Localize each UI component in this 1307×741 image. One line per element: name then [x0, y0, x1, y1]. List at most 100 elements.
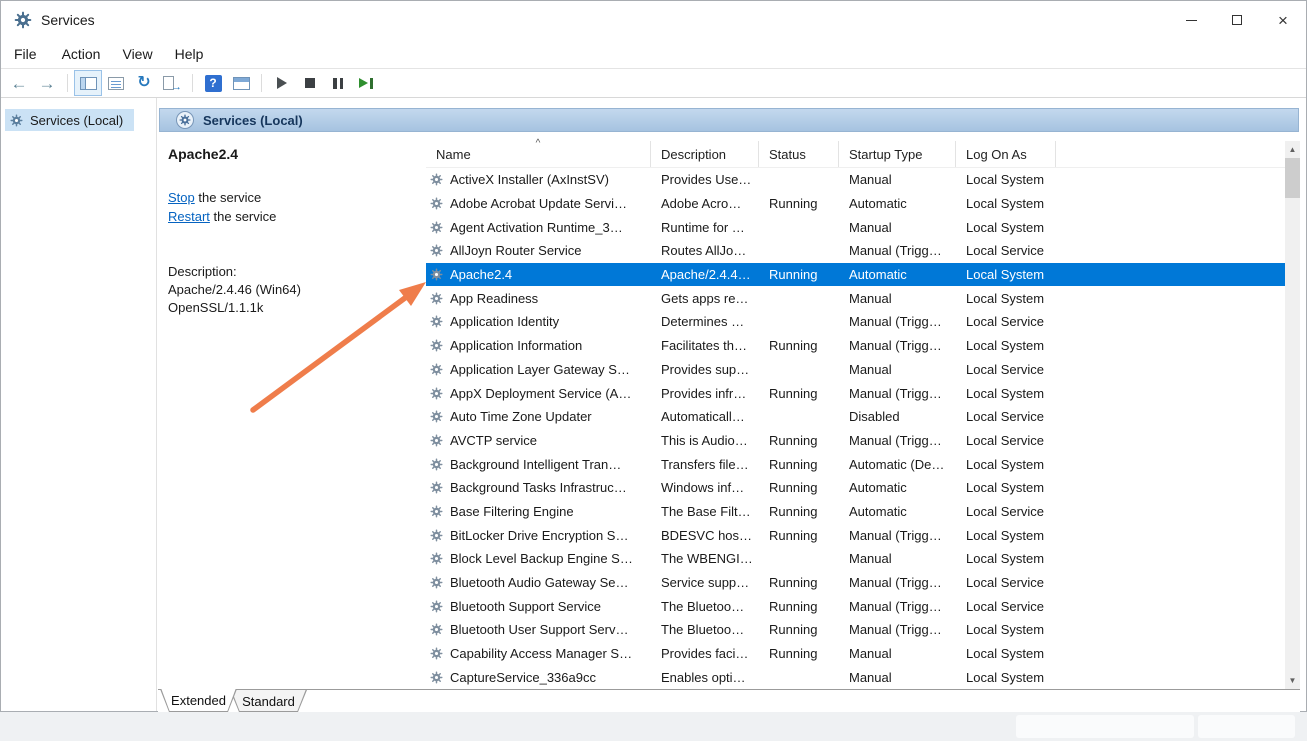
cell-startup-type: Manual (Trigg…	[839, 239, 956, 263]
table-row[interactable]: Application Layer Gateway S…Provides sup…	[426, 358, 1285, 382]
table-row[interactable]: Apache2.4Apache/2.4.4…RunningAutomaticLo…	[426, 263, 1285, 287]
start-service-button[interactable]	[268, 70, 296, 96]
cell-status: Running	[759, 618, 839, 642]
table-row[interactable]: AllJoyn Router ServiceRoutes AllJo…Manua…	[426, 239, 1285, 263]
menu-item-file[interactable]: File	[14, 42, 51, 66]
column-header-name[interactable]: ^ Name	[426, 141, 651, 167]
restart-service-icon	[359, 78, 373, 89]
pause-service-button[interactable]	[324, 70, 352, 96]
scrollbar-thumb[interactable]	[1285, 158, 1300, 198]
table-row[interactable]: CaptureService_336a9ccEnables opti…Manua…	[426, 665, 1285, 689]
cell-name: Capability Access Manager S…	[426, 642, 651, 666]
cell-status	[759, 215, 839, 239]
main-header-bar: Services (Local)	[159, 108, 1299, 132]
restart-service-button[interactable]	[352, 70, 380, 96]
cell-startup-type: Automatic	[839, 263, 956, 287]
table-row[interactable]: Application InformationFacilitates th…Ru…	[426, 334, 1285, 358]
toolbar-separator	[261, 74, 262, 92]
table-row[interactable]: Bluetooth Support ServiceThe Bluetoo…Run…	[426, 594, 1285, 618]
scroll-down-button[interactable]: ▼	[1285, 672, 1300, 689]
table-row[interactable]: AVCTP serviceThis is Audio…RunningManual…	[426, 429, 1285, 453]
table-row[interactable]: Background Intelligent Tran…Transfers fi…	[426, 452, 1285, 476]
table-row[interactable]: BitLocker Drive Encryption S…BDESVC hos……	[426, 523, 1285, 547]
menu-item-view[interactable]: View	[111, 42, 163, 66]
cell-startup-type: Manual	[839, 642, 956, 666]
stop-service-button[interactable]	[296, 70, 324, 96]
menu-item-action[interactable]: Action	[51, 42, 112, 66]
properties-button[interactable]	[227, 70, 255, 96]
show-console-tree-button[interactable]	[74, 70, 102, 96]
cell-log-on-as: Local System	[956, 476, 1056, 500]
table-row[interactable]: Auto Time Zone UpdaterAutomaticall…Disab…	[426, 405, 1285, 429]
cell-startup-type: Manual	[839, 286, 956, 310]
tree-item-services-local[interactable]: Services (Local)	[5, 109, 134, 131]
cell-status	[759, 286, 839, 310]
restart-service-link[interactable]: Restart	[168, 209, 210, 224]
cell-log-on-as: Local System	[956, 334, 1056, 358]
service-gear-icon	[430, 457, 444, 471]
help-icon: ?	[205, 75, 222, 92]
table-row[interactable]: Adobe Acrobat Update Servi…Adobe Acro…Ru…	[426, 192, 1285, 216]
cell-startup-type: Manual (Trigg…	[839, 310, 956, 334]
cell-name: Bluetooth Audio Gateway Se…	[426, 571, 651, 595]
table-row[interactable]: Bluetooth User Support Serv…The Bluetoo……	[426, 618, 1285, 642]
back-button[interactable]: ←	[5, 70, 33, 96]
table-row[interactable]: ActiveX Installer (AxInstSV)Provides Use…	[426, 168, 1285, 192]
tab-standard[interactable]: Standard	[230, 690, 307, 712]
cell-startup-type: Manual (Trigg…	[839, 594, 956, 618]
menu-item-help[interactable]: Help	[164, 42, 215, 66]
cell-log-on-as: Local Service	[956, 571, 1056, 595]
tab-extended[interactable]: Extended	[160, 689, 237, 712]
table-row[interactable]: Bluetooth Audio Gateway Se…Service supp……	[426, 571, 1285, 595]
services-header-icon	[176, 111, 194, 129]
minimize-icon	[1186, 20, 1197, 21]
refresh-button[interactable]: ↻	[130, 70, 158, 96]
table-row[interactable]: App ReadinessGets apps re…ManualLocal Sy…	[426, 286, 1285, 310]
cell-name: AppX Deployment Service (A…	[426, 381, 651, 405]
column-header-description[interactable]: Description	[651, 141, 759, 167]
cell-log-on-as: Local System	[956, 452, 1056, 476]
list-view-button[interactable]	[102, 70, 130, 96]
services-app-icon	[14, 11, 32, 29]
cell-log-on-as: Local System	[956, 381, 1056, 405]
service-description: Description: Apache/2.4.46 (Win64) OpenS…	[168, 263, 416, 317]
table-row[interactable]: Application IdentityDetermines …Manual (…	[426, 310, 1285, 334]
vertical-scrollbar[interactable]: ▲ ▼	[1285, 141, 1300, 689]
service-actions: Stop the service Restart the service	[168, 188, 416, 226]
cell-status: Running	[759, 452, 839, 476]
column-header-log-on-as[interactable]: Log On As	[956, 141, 1056, 167]
cell-description: Provides Use…	[651, 168, 759, 192]
cell-log-on-as: Local Service	[956, 358, 1056, 382]
close-button[interactable]: ×	[1260, 1, 1306, 39]
cell-description: Determines …	[651, 310, 759, 334]
service-gear-icon	[430, 481, 444, 495]
table-row[interactable]: Base Filtering EngineThe Base Filt…Runni…	[426, 500, 1285, 524]
minimize-button[interactable]	[1168, 1, 1214, 39]
console-tree-panel: Services (Local)	[1, 98, 157, 711]
cell-startup-type: Manual (Trigg…	[839, 618, 956, 642]
table-row[interactable]: Capability Access Manager S…Provides fac…	[426, 642, 1285, 666]
column-header-startup-type[interactable]: Startup Type	[839, 141, 956, 167]
table-row[interactable]: Block Level Backup Engine S…The WBENGI…M…	[426, 547, 1285, 571]
scroll-up-button[interactable]: ▲	[1285, 141, 1300, 158]
cell-status	[759, 405, 839, 429]
cell-startup-type: Manual	[839, 665, 956, 689]
cell-name: AVCTP service	[426, 429, 651, 453]
table-row[interactable]: Background Tasks Infrastruc…Windows inf……	[426, 476, 1285, 500]
description-line-1: Apache/2.4.46 (Win64)	[168, 281, 416, 299]
export-list-button[interactable]: →	[158, 70, 186, 96]
help-button[interactable]: ?	[199, 70, 227, 96]
cell-status	[759, 310, 839, 334]
forward-button[interactable]: →	[33, 70, 61, 96]
column-header-status[interactable]: Status	[759, 141, 839, 167]
table-row[interactable]: AppX Deployment Service (A…Provides infr…	[426, 381, 1285, 405]
maximize-button[interactable]	[1214, 1, 1260, 39]
cell-name: Auto Time Zone Updater	[426, 405, 651, 429]
stop-service-link[interactable]: Stop	[168, 190, 195, 205]
table-row[interactable]: Agent Activation Runtime_3…Runtime for ……	[426, 215, 1285, 239]
cell-status: Running	[759, 523, 839, 547]
maximize-icon	[1232, 15, 1242, 25]
service-gear-icon	[430, 268, 444, 282]
table-header: ^ Name Description Status Startup Type L…	[426, 141, 1285, 168]
services-table: ^ Name Description Status Startup Type L…	[426, 132, 1285, 689]
